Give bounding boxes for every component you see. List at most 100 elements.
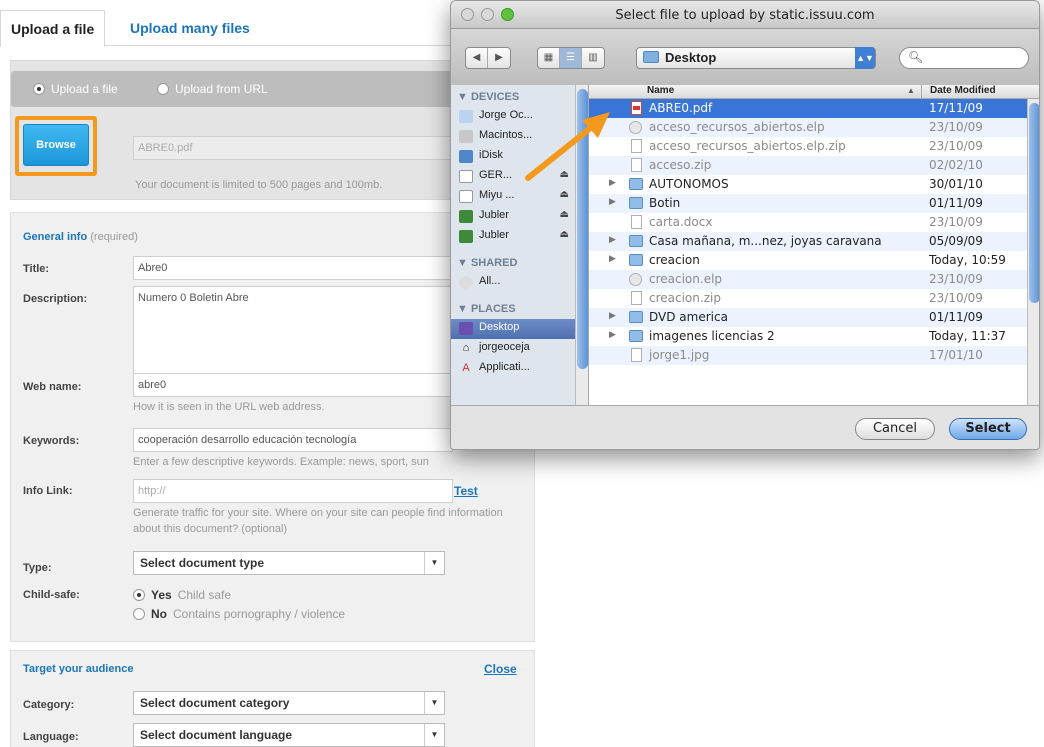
target-audience-heading: Target your audience [23,663,134,675]
list-view-icon[interactable]: ☰ [560,48,582,68]
folder-row[interactable]: ▶ AUTONOMOS 30/01/10 [589,175,1027,194]
docx-file-icon [631,215,642,229]
icon-view-icon[interactable]: ▦ [538,48,560,68]
file-row[interactable]: acceso.zip 02/02/10 [589,156,1027,175]
popup-arrows-icon: ▲▼ [855,47,875,69]
folder-icon [643,51,659,63]
folder-icon [629,178,643,190]
elp-file-icon [629,273,642,286]
category-select[interactable]: Select document category ▼ [133,691,445,715]
back-arrow-icon[interactable]: ◀ [466,48,488,68]
no-sub: Contains pornography / violence [173,607,346,621]
search-icon: 🔍︎ [908,50,924,64]
no-label: No [151,607,167,621]
location-popup[interactable]: Desktop ▲▼ [636,47,876,69]
target-audience-panel: Target your audience Close Category: Sel… [10,650,535,747]
infolink-hint: Generate traffic for your site. Where on… [133,507,503,535]
eject-icon[interactable]: ⏏ [560,209,569,220]
file-row[interactable]: acceso_recursos_abiertos.elp 23/10/09 [589,118,1027,137]
idisk-icon [459,150,473,163]
radio-dot-selected [133,589,145,601]
yes-label: Yes [151,588,172,602]
view-mode-buttons: ▦ ☰ ▥ [537,47,605,69]
file-row[interactable]: jorge1.jpg 17/01/10 [589,346,1027,365]
tab-upload-many-files[interactable]: Upload many files [120,10,260,47]
zip-file-icon [631,158,642,172]
date-column-header[interactable]: Date Modified [921,85,1031,99]
dropdown-arrow-icon: ▼ [424,692,444,714]
disclosure-triangle-icon[interactable]: ▶ [609,235,616,245]
description-textarea[interactable]: Numero 0 Boletin Abre [133,286,453,376]
sidebar-item-applications[interactable]: A Applicati... [451,359,575,379]
category-label: Category: [23,699,75,711]
disclosure-triangle-icon[interactable]: ▶ [609,254,616,264]
app-disk-icon [459,230,473,243]
file-row[interactable]: carta.docx 23/10/09 [589,213,1027,232]
webname-label: Web name: [23,381,82,393]
computer-icon [459,110,473,123]
infolink-label: Info Link: [23,485,73,497]
browse-button[interactable]: Browse [23,124,89,166]
devices-heading: ▼ DEVICES [457,91,520,103]
folder-icon [629,235,643,247]
general-info-heading: General info (required) [23,231,138,243]
folder-row[interactable]: ▶ creacion Today, 10:59 [589,251,1027,270]
file-row[interactable]: ABRE0.pdf 17/11/09 [589,99,1027,118]
description-label: Description: [23,293,88,305]
radio-dot [157,83,169,95]
sidebar-item-device[interactable]: Jubler ⏏ [451,227,575,247]
folder-icon [629,197,643,209]
select-button[interactable]: Select [949,418,1027,440]
file-row[interactable]: creacion.elp 23/10/09 [589,270,1027,289]
folder-icon [629,254,643,266]
jpg-file-icon [631,348,642,362]
dropdown-arrow-icon: ▼ [424,724,444,746]
sidebar-item-desktop[interactable]: Desktop [451,319,575,339]
folder-row[interactable]: ▶ Botin 01/11/09 [589,194,1027,213]
forward-arrow-icon[interactable]: ▶ [488,48,510,68]
language-select[interactable]: Select document language ▼ [133,723,445,747]
column-view-icon[interactable]: ▥ [582,48,604,68]
type-select-value: Select document type [140,556,265,570]
sidebar-item-shared[interactable]: All... [451,273,575,293]
sidebar-item-device[interactable]: Jubler ⏏ [451,207,575,227]
folder-row[interactable]: ▶ Casa mañana, m...nez, joyas caravana 05/… [589,232,1027,251]
close-link[interactable]: Close [484,662,517,676]
eject-icon[interactable]: ⏏ [560,189,569,200]
childsafe-yes-radio[interactable]: Yes Child safe [133,588,231,602]
title-input[interactable]: Abre0 [133,256,453,280]
disclosure-triangle-icon[interactable]: ▶ [609,197,616,207]
file-list-header: Name ▲ Date Modified [589,85,1039,99]
disclosure-triangle-icon[interactable]: ▶ [609,330,616,340]
file-row[interactable]: creacion.zip 23/10/09 [589,289,1027,308]
type-select[interactable]: Select document type ▼ [133,551,445,575]
keywords-input[interactable]: cooperación desarrollo educación tecnolo… [133,428,453,452]
cancel-button[interactable]: Cancel [855,418,935,440]
hard-drive-icon [459,130,473,143]
file-row[interactable]: acceso_recursos_abiertos.elp.zip 23/10/09 [589,137,1027,156]
file-list-scrollbar[interactable] [1027,99,1039,405]
folder-row[interactable]: ▶ imagenes licencias 2 Today, 11:37 [589,327,1027,346]
infolink-input[interactable]: http:// [133,479,453,503]
disclosure-triangle-icon[interactable]: ▶ [609,311,616,321]
radio-upload-file[interactable]: Upload a file [33,82,118,96]
sidebar-item-home[interactable]: ⌂ jorgeoceja [451,339,575,359]
search-input[interactable]: 🔍︎ [899,47,1029,69]
file-list-scroll-thumb[interactable] [1029,103,1039,303]
radio-upload-file-label: Upload a file [51,82,118,96]
file-upload-dialog: Select file to upload by static.issuu.co… [450,0,1040,450]
sidebar-item-device[interactable]: Miyu ... ⏏ [451,187,575,207]
childsafe-no-radio[interactable]: No Contains pornography / violence [133,607,345,621]
selected-file-field: ABRE0.pdf [133,136,453,160]
places-heading: ▼ PLACES [457,303,516,315]
language-label: Language: [23,731,79,743]
title-label: Title: [23,263,50,275]
folder-row[interactable]: ▶ DVD america 01/11/09 [589,308,1027,327]
tab-upload-a-file[interactable]: Upload a file [0,10,106,47]
name-column-header[interactable]: Name [647,85,674,96]
radio-upload-url[interactable]: Upload from URL [157,82,268,96]
back-forward-buttons: ◀ ▶ [465,47,511,69]
webname-input[interactable]: abre0 [133,373,453,397]
eject-icon[interactable]: ⏏ [560,229,569,240]
test-link[interactable]: Test [454,484,478,498]
